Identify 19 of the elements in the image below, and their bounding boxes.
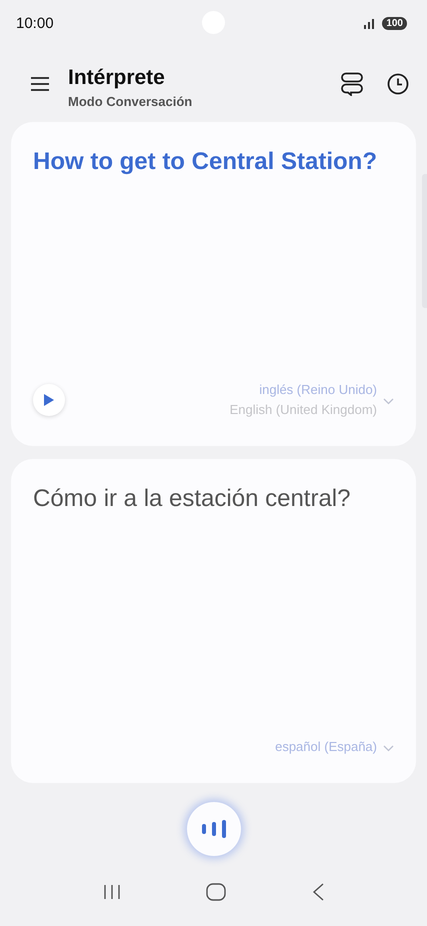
chat-bubbles-icon[interactable]	[341, 72, 363, 96]
language-native-name: English (United Kingdom)	[230, 401, 377, 419]
battery-level: 100	[382, 16, 407, 30]
clock-time: 10:00	[16, 14, 54, 32]
play-button[interactable]	[33, 384, 65, 416]
sound-bars-icon	[200, 820, 226, 838]
language-selector[interactable]: inglés (Reino Unido)	[259, 380, 377, 400]
play-icon	[43, 393, 55, 407]
translated-text: Cómo ir a la estación central?	[33, 484, 352, 514]
clock-icon[interactable]	[387, 73, 409, 95]
source-text: How to get to Central Station?	[33, 147, 378, 177]
mode-subtitle: Modo Conversación	[68, 94, 194, 108]
voice-input-button[interactable]	[186, 802, 240, 856]
app-title: Intérprete	[68, 66, 166, 90]
back-icon[interactable]	[312, 883, 324, 901]
menu-icon[interactable]	[30, 76, 50, 92]
language-selector[interactable]: español (España)	[275, 737, 377, 757]
home-icon[interactable]	[206, 883, 226, 901]
recent-apps-icon[interactable]	[102, 884, 121, 900]
